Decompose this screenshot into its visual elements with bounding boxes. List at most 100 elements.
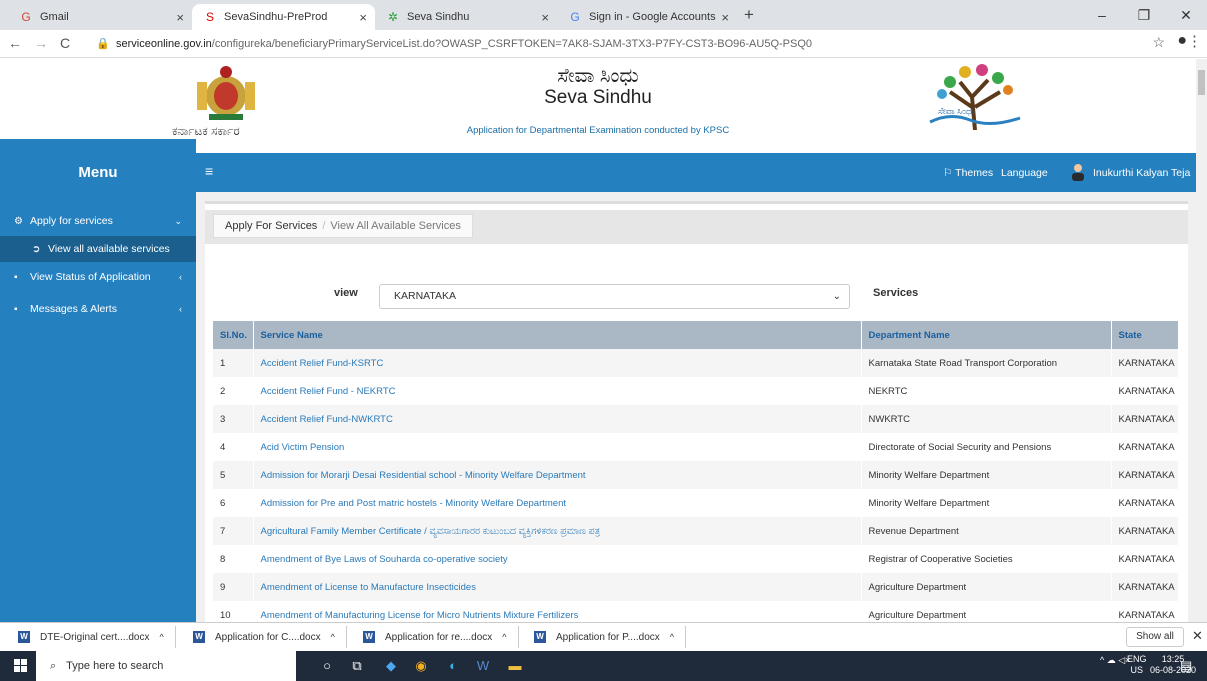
maximize-button[interactable]: ❐ [1123, 0, 1165, 30]
new-tab-button[interactable]: + [744, 5, 754, 25]
chevron-down-icon: ⌄ [832, 291, 841, 302]
word-doc-icon: W [534, 631, 546, 643]
download-filename: Application for C....docx [215, 631, 321, 643]
language-link[interactable]: Language [1001, 167, 1048, 179]
chrome-icon[interactable]: ◉ [410, 655, 432, 677]
sidebar-item-label: View all available services [48, 243, 170, 255]
tab-close-icon[interactable]: × [359, 10, 367, 25]
taskbar-search-input[interactable]: ⌕ Type here to search [36, 651, 296, 681]
service-link[interactable]: Admission for Morarji Desai Residential … [253, 461, 862, 489]
sidebar-item-apply-for-services[interactable]: ⚙ Apply for services ⌄ [0, 208, 196, 234]
cell-sl-no: 7 [213, 517, 254, 545]
table-row: 5 Admission for Morarji Desai Residential… [213, 461, 1179, 489]
chevron-up-icon[interactable]: ^ [670, 632, 674, 642]
tab-close-icon[interactable]: × [176, 10, 184, 25]
service-link[interactable]: Accident Relief Fund - NEKRTC [253, 377, 862, 405]
close-icon[interactable]: ✕ [1192, 628, 1203, 644]
close-window-button[interactable]: ✕ [1165, 0, 1207, 30]
table-row: 4 Acid Victim Pension Directorate of Socia… [213, 433, 1179, 461]
cell-state: KARNATAKA [1111, 517, 1179, 545]
file-explorer-icon[interactable]: ▬ [504, 655, 526, 677]
system-tray[interactable]: ^ ☁ ◁× [1100, 655, 1130, 666]
themes-label: Themes [955, 167, 994, 179]
tab-close-icon[interactable]: × [541, 10, 549, 25]
windows-start-icon[interactable] [14, 659, 27, 672]
notification-icon[interactable]: ▤ [1180, 658, 1192, 674]
svg-text:ಸೇವಾ ಸಿಂಧು: ಸೇವಾ ಸಿಂಧು [938, 106, 975, 116]
back-icon[interactable]: ← [8, 35, 22, 51]
download-item[interactable]: W Application for P....docx ^ [534, 626, 686, 648]
browser-menu-icon[interactable]: ⋮ [1187, 32, 1202, 50]
cortana-icon[interactable]: ○ [316, 655, 338, 677]
forward-icon[interactable]: → [34, 35, 48, 51]
seva-sindhu-icon: S [205, 10, 214, 24]
store-icon[interactable]: ◆ [380, 655, 402, 677]
state-select[interactable]: KARNATAKA ⌄ [379, 284, 850, 309]
table-row: 2 Accident Relief Fund - NEKRTC NEKRTC KARN… [213, 377, 1179, 405]
themes-link[interactable]: ⚐ Themes [943, 167, 993, 179]
view-label: view [334, 287, 358, 299]
url-path: /configureka/beneficiaryPrimaryServiceLi… [211, 38, 813, 50]
url-field[interactable]: 🔒 serviceonline.gov.in/configureka/benef… [92, 33, 1172, 55]
language-code: ENG [1127, 654, 1147, 664]
word-doc-icon: W [193, 631, 205, 643]
show-all-button[interactable]: Show all [1126, 627, 1184, 647]
table-row: 9 Amendment of License to Manufacture Ins… [213, 573, 1179, 601]
page-scrollbar[interactable] [1196, 59, 1207, 622]
chevron-up-icon[interactable]: ^ [159, 632, 163, 642]
edge-icon[interactable]: ◐ [442, 655, 464, 677]
service-link[interactable]: Acid Victim Pension [253, 433, 862, 461]
chevron-up-icon[interactable]: ^ [331, 632, 335, 642]
download-filename: Application for P....docx [556, 631, 660, 643]
chevron-down-icon: ⌄ [174, 215, 182, 226]
sidebar-item-messages[interactable]: ▪ Messages & Alerts ‹ [0, 296, 196, 322]
profile-icon[interactable]: ● [1177, 32, 1187, 50]
service-link[interactable]: Amendment of Bye Laws of Souharda co-ope… [253, 545, 862, 573]
cell-state: KARNATAKA [1111, 461, 1179, 489]
sidebar-item-view-status[interactable]: ▪ View Status of Application ‹ [0, 264, 196, 290]
cell-department: Directorate of Social Security and Pensi… [861, 433, 1112, 461]
col-department-name: Department Name [861, 321, 1112, 349]
browser-tab[interactable]: ✲ Seva Sindhu × [375, 4, 557, 30]
table-row: 7 Agricultural Family Member Certificate … [213, 517, 1179, 545]
task-view-icon[interactable]: ⧉ [346, 655, 368, 677]
chevron-up-icon[interactable]: ^ [502, 632, 506, 642]
word-icon[interactable]: W [472, 655, 494, 677]
breadcrumb-separator: / [322, 220, 326, 232]
reload-icon[interactable]: C [60, 35, 70, 51]
seva-sindhu-logo-icon: ಸೇವಾ ಸಿಂಧು [929, 64, 1021, 130]
download-separator [517, 626, 519, 648]
breadcrumb-apply-for-services[interactable]: Apply For Services [225, 220, 317, 232]
hamburger-menu-icon[interactable]: ≡ [205, 163, 213, 179]
service-link[interactable]: Amendment of License to Manufacture Inse… [253, 573, 862, 601]
user-avatar-icon[interactable] [1071, 163, 1085, 181]
tab-close-icon[interactable]: × [721, 10, 729, 25]
list-icon: ▪ [14, 271, 18, 283]
input-language[interactable]: ENG US [1127, 654, 1147, 676]
service-link[interactable]: Agricultural Family Member Certificate /… [253, 517, 862, 545]
minimize-button[interactable]: – [1081, 0, 1123, 30]
download-item[interactable]: W Application for C....docx ^ [193, 626, 347, 648]
service-link[interactable]: Admission for Pre and Post matric hostel… [253, 489, 862, 517]
search-icon: ⌕ [50, 659, 57, 672]
arrow-circle-icon: ➲ [32, 243, 41, 255]
service-link[interactable]: Accident Relief Fund-KSRTC [253, 349, 862, 377]
download-item[interactable]: W DTE-Original cert....docx ^ [18, 626, 176, 648]
download-separator [345, 626, 347, 648]
download-item[interactable]: W Application for re....docx ^ [363, 626, 519, 648]
browser-tab[interactable]: G Gmail × [8, 4, 192, 30]
user-name[interactable]: Inukurthi Kalyan Teja [1093, 167, 1190, 179]
menu-header: Menu [0, 153, 196, 192]
table-row: 1 Accident Relief Fund-KSRTC Karnataka Sta… [213, 349, 1179, 377]
service-link[interactable]: Accident Relief Fund-NWKRTC [253, 405, 862, 433]
cell-sl-no: 6 [213, 489, 254, 517]
sidebar-item-view-all-services[interactable]: ➲ View all available services [0, 236, 196, 262]
bookmark-star-icon[interactable]: ☆ [1152, 34, 1165, 51]
gears-icon: ⚙ [14, 215, 23, 227]
cell-department: Revenue Department [861, 517, 1112, 545]
browser-tab[interactable]: S SevaSindhu-PreProd × [192, 4, 375, 30]
scrollbar-thumb[interactable] [1198, 70, 1205, 95]
sidebar-item-label: Apply for services [30, 215, 113, 227]
browser-tab[interactable]: G Sign in - Google Accounts × [557, 4, 737, 30]
table-row: 8 Amendment of Bye Laws of Souharda co-op… [213, 545, 1179, 573]
